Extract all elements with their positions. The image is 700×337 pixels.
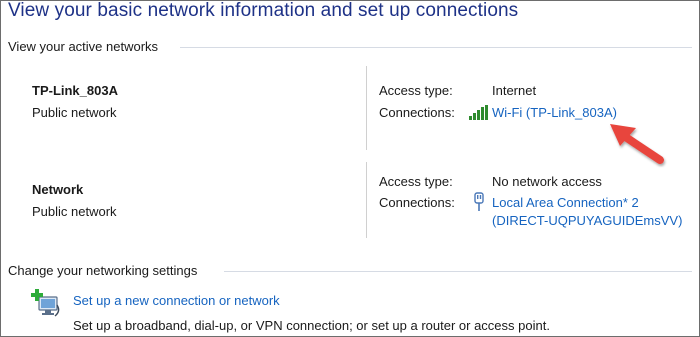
connections-label: Connections: [379,105,455,120]
network-name: Network [32,182,84,197]
change-settings-rule [224,271,692,272]
lan-connection-link-ssid[interactable]: (DIRECT-UQPUYAGUIDEmsVV) [492,213,682,228]
network-name: TP-Link_803A [32,83,118,98]
page-title: View your basic network information and … [8,0,519,21]
red-arrow-icon [606,120,668,175]
new-connection-icon [31,289,63,324]
setup-new-connection-description: Set up a broadband, dial-up, or VPN conn… [73,318,550,333]
lan-connection-link[interactable]: Local Area Connection* 2 [492,195,639,210]
change-settings-header: Change your networking settings [8,263,198,278]
connections-label: Connections: [379,195,455,210]
wifi-connection-link[interactable]: Wi-Fi (TP-Link_803A) [492,105,617,120]
network-category[interactable]: Public network [32,105,117,120]
active-networks-rule [180,47,692,48]
network-divider [366,162,367,238]
setup-new-connection-link[interactable]: Set up a new connection or network [73,293,280,308]
access-type-label: Access type: [379,83,453,98]
wifi-signal-icon [469,105,489,126]
active-networks-header: View your active networks [8,39,159,54]
access-type-value: No network access [492,174,602,189]
access-type-value: Internet [492,83,537,98]
network-divider [366,66,367,150]
access-type-label: Access type: [379,174,453,189]
network-category[interactable]: Public network [32,204,117,219]
ethernet-plug-icon [472,192,486,217]
